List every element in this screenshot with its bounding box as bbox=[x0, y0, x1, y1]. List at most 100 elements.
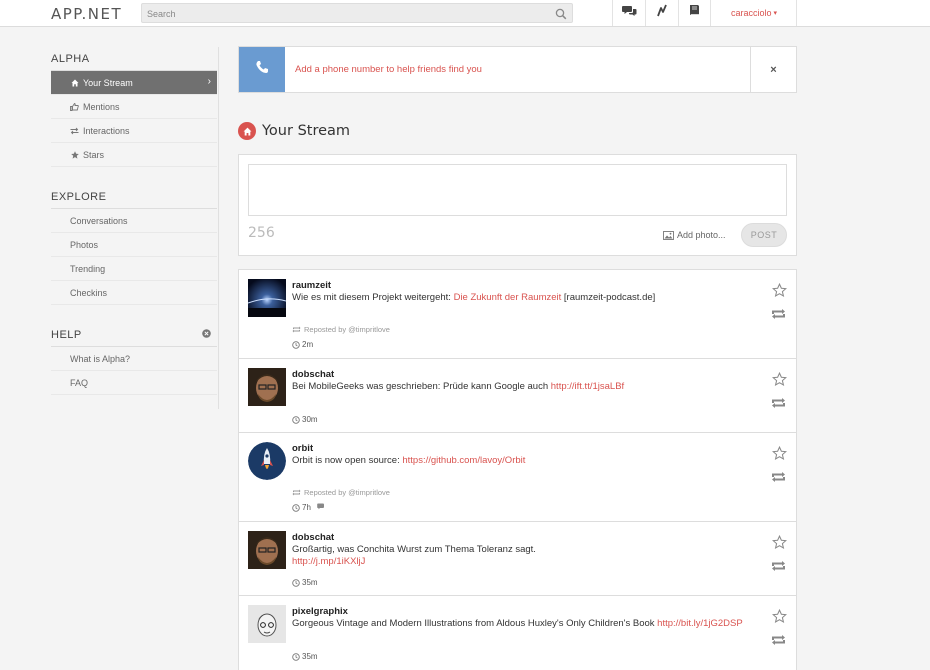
post-link[interactable]: http://j.mp/1iKXljJ bbox=[292, 556, 365, 567]
post-time-label: 35m bbox=[302, 652, 318, 661]
repost-icon[interactable] bbox=[770, 307, 787, 325]
post-username[interactable]: dobschat bbox=[292, 532, 334, 543]
repost-label[interactable]: Reposted by @timpritlove bbox=[304, 325, 390, 334]
chat-bubbles-icon bbox=[621, 4, 637, 22]
avatar[interactable] bbox=[248, 531, 286, 569]
sidebar-item-trending[interactable]: Trending bbox=[51, 257, 217, 281]
repost-icon[interactable] bbox=[770, 633, 787, 651]
clock-icon bbox=[292, 503, 300, 512]
sidebar-item-photos[interactable]: Photos bbox=[51, 233, 217, 257]
search-box[interactable] bbox=[141, 3, 573, 23]
post-time[interactable]: 2m bbox=[292, 340, 313, 349]
messages-nav[interactable] bbox=[612, 0, 645, 26]
post-username[interactable]: dobschat bbox=[292, 369, 334, 380]
phone-notice: Add a phone number to help friends find … bbox=[238, 46, 797, 93]
header-nav bbox=[612, 0, 711, 26]
char-counter: 256 bbox=[248, 225, 275, 241]
star-icon[interactable] bbox=[771, 371, 788, 392]
post-text-after: [raumzeit-podcast.de] bbox=[561, 292, 656, 303]
image-icon bbox=[663, 230, 674, 240]
home-icon bbox=[238, 122, 256, 140]
repost-info: Reposted by @timpritlove bbox=[292, 325, 390, 334]
sidebar-item-mentions[interactable]: Mentions bbox=[51, 95, 217, 119]
post-item: dobschat Bei MobileGeeks was geschrieben… bbox=[239, 359, 796, 433]
post-text: Großartig, was Conchita Wurst zum Thema … bbox=[292, 544, 752, 568]
avatar[interactable] bbox=[248, 279, 286, 317]
post-time[interactable]: 35m bbox=[292, 652, 318, 661]
post-text: Bei MobileGeeks was geschrieben: Prüde k… bbox=[292, 381, 752, 393]
avatar[interactable] bbox=[248, 368, 286, 406]
sidebar-item-checkins[interactable]: Checkins bbox=[51, 281, 217, 305]
add-photo-button[interactable]: Add photo... bbox=[663, 230, 726, 240]
star-icon bbox=[70, 150, 79, 159]
post-link[interactable]: Die Zukunft der Raumzeit bbox=[454, 292, 562, 303]
sidebar-item-label: What is Alpha? bbox=[70, 353, 131, 364]
sidebar-item-conversations[interactable]: Conversations bbox=[51, 209, 217, 233]
repost-label[interactable]: Reposted by @timpritlove bbox=[304, 488, 390, 497]
activity-nav[interactable] bbox=[645, 0, 678, 26]
post-time-label: 7h bbox=[302, 503, 311, 512]
sidebar: ALPHA Your Stream › Mentions Interaction… bbox=[51, 47, 219, 409]
avatar[interactable] bbox=[248, 442, 286, 480]
post-text-body: Bei MobileGeeks was geschrieben: Prüde k… bbox=[292, 381, 551, 392]
phone-notice-link[interactable]: Add a phone number to help friends find … bbox=[295, 64, 482, 75]
post-link[interactable]: https://github.com/lavoy/Orbit bbox=[402, 455, 525, 466]
post-time-label: 35m bbox=[302, 578, 318, 587]
post-time[interactable]: 7h bbox=[292, 503, 327, 512]
repost-icon[interactable] bbox=[770, 470, 787, 488]
phone-icon bbox=[255, 60, 269, 79]
post-time-label: 30m bbox=[302, 415, 318, 424]
star-icon[interactable] bbox=[771, 445, 788, 466]
post-username[interactable]: raumzeit bbox=[292, 280, 331, 291]
stream-posts: raumzeit Wie es mit diesem Projekt weite… bbox=[238, 269, 797, 670]
explore-heading: EXPLORE bbox=[51, 191, 107, 203]
sidebar-item-label: Photos bbox=[70, 239, 99, 250]
app-logo[interactable]: APP.NET bbox=[51, 5, 122, 23]
phone-icon-box bbox=[239, 47, 285, 92]
post-text-body: Großartig, was Conchita Wurst zum Thema … bbox=[292, 544, 536, 555]
sidebar-item-label: Conversations bbox=[70, 215, 128, 226]
page-title-text: Your Stream bbox=[262, 123, 351, 139]
star-icon[interactable] bbox=[771, 534, 788, 555]
post-username[interactable]: pixelgraphix bbox=[292, 606, 348, 617]
main-content: Add a phone number to help friends find … bbox=[238, 46, 797, 670]
sidebar-item-faq[interactable]: FAQ bbox=[51, 371, 217, 395]
post-textarea[interactable] bbox=[248, 164, 787, 216]
sidebar-item-stars[interactable]: Stars bbox=[51, 143, 217, 167]
post-link[interactable]: http://bit.ly/1jG2DSP bbox=[657, 618, 743, 629]
avatar[interactable] bbox=[248, 605, 286, 643]
sidebar-item-label: Interactions bbox=[83, 125, 130, 136]
post-text-body: Gorgeous Vintage and Modern Illustration… bbox=[292, 618, 658, 629]
section-title-alpha: ALPHA bbox=[51, 47, 217, 71]
clock-icon bbox=[292, 578, 300, 587]
sidebar-item-label: Trending bbox=[70, 263, 106, 274]
sidebar-item-label: Checkins bbox=[70, 287, 108, 298]
star-icon[interactable] bbox=[771, 282, 788, 303]
clock-icon bbox=[292, 340, 300, 349]
post-time[interactable]: 35m bbox=[292, 578, 318, 587]
post-link[interactable]: http://ift.tt/1jsaLBf bbox=[551, 381, 624, 392]
post-username[interactable]: orbit bbox=[292, 443, 313, 454]
post-button[interactable]: POST bbox=[741, 223, 787, 247]
post-time[interactable]: 30m bbox=[292, 415, 318, 424]
notice-close-button[interactable]: × bbox=[750, 47, 796, 92]
repost-icon[interactable] bbox=[770, 396, 787, 414]
sidebar-item-your-stream[interactable]: Your Stream › bbox=[51, 71, 217, 95]
post-composer: 256 Add photo... POST bbox=[238, 154, 797, 256]
repost-icon bbox=[292, 326, 301, 333]
add-photo-label: Add photo... bbox=[677, 230, 726, 240]
username-label: caracciolo bbox=[730, 8, 772, 18]
sidebar-item-interactions[interactable]: Interactions bbox=[51, 119, 217, 143]
chevron-right-icon: › bbox=[207, 76, 211, 87]
search-icon[interactable] bbox=[555, 7, 567, 25]
post-text-body: Orbit is now open source: bbox=[292, 455, 403, 466]
close-circle-icon[interactable] bbox=[202, 329, 211, 341]
sidebar-item-label: FAQ bbox=[70, 377, 89, 388]
user-menu[interactable]: caracciolo ▾ bbox=[712, 0, 797, 26]
directory-nav[interactable] bbox=[678, 0, 711, 26]
star-icon[interactable] bbox=[771, 608, 788, 629]
search-input[interactable] bbox=[142, 5, 542, 23]
repost-icon[interactable] bbox=[770, 559, 787, 577]
conversation-icon[interactable] bbox=[317, 503, 327, 512]
sidebar-item-what-is-alpha[interactable]: What is Alpha? bbox=[51, 347, 217, 371]
